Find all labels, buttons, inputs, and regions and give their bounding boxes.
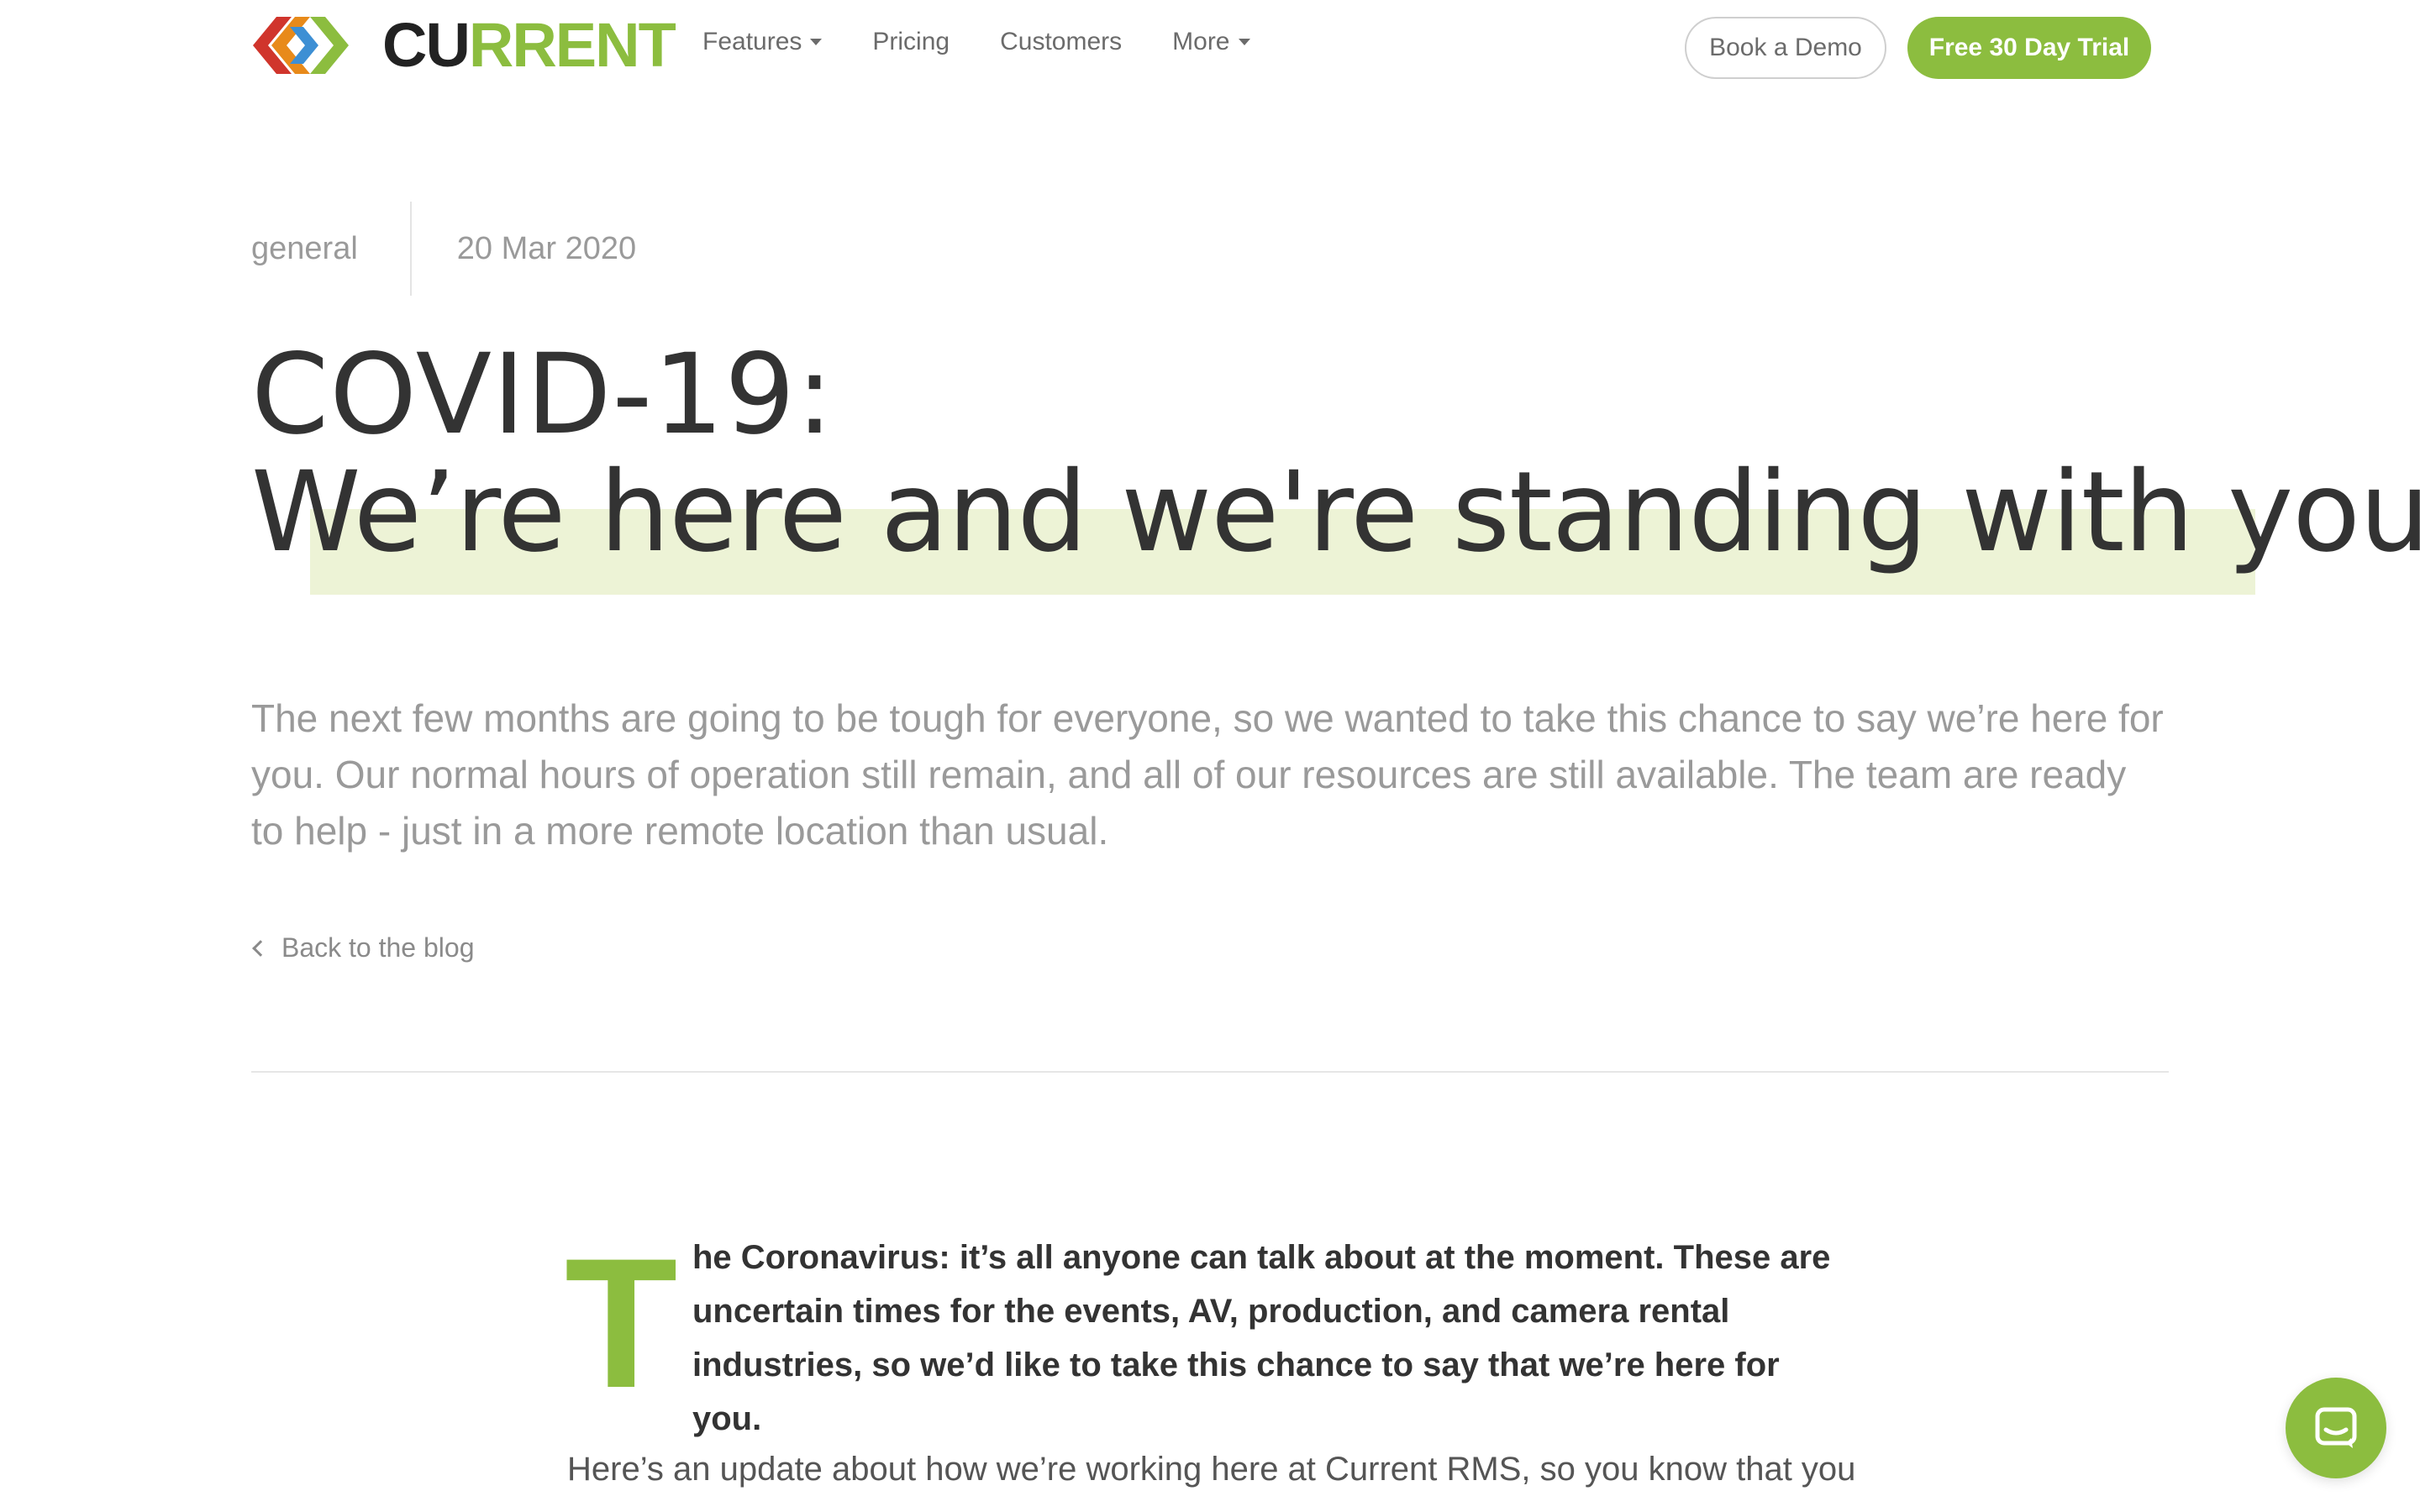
nav-item-more[interactable]: More [1172, 28, 1250, 56]
nav-item-label: Customers [1000, 28, 1123, 55]
back-to-blog-link[interactable]: Back to the blog [251, 932, 474, 963]
post-title-line1: COVID-19: [251, 330, 834, 459]
logo-wordmark-prefix: CU [382, 10, 471, 80]
nav-item-customers[interactable]: Customers [1000, 28, 1122, 56]
book-demo-button[interactable]: Book a Demo [1685, 17, 1886, 79]
nav-item-features[interactable]: Features [702, 28, 823, 56]
logo-wordmark-suffix: RRENT [468, 10, 676, 80]
nav-item-label: Features [702, 28, 802, 55]
post-category[interactable]: general [251, 231, 410, 267]
nav-item-label: Pricing [872, 28, 950, 55]
post-date: 20 Mar 2020 [456, 230, 637, 266]
article-paragraph-1: he Coronavirus: it’s all anyone can talk… [692, 1239, 1831, 1437]
chevron-left-icon [252, 939, 269, 957]
post-title-line2: We’re here and we're standing with you [251, 448, 2420, 577]
logo-wordmark: CU RRENT [382, 10, 676, 80]
post-meta: general 20 Mar 2020 [251, 202, 636, 296]
nav-item-label: More [1172, 28, 1230, 55]
interlocking-chevrons-logo-icon [253, 17, 349, 74]
section-divider [251, 1071, 2169, 1073]
chat-bubble-icon [2315, 1407, 2357, 1448]
logo[interactable]: CU RRENT [251, 10, 676, 81]
post-intro: The next few months are going to be toug… [251, 696, 2164, 853]
main-nav: Features Pricing Customers More [702, 22, 1250, 62]
article-paragraph-2: Here’s an update about how we’re working… [567, 1451, 1856, 1512]
back-link-label: Back to the blog [281, 932, 475, 963]
caret-down-icon [1238, 39, 1250, 45]
free-trial-button[interactable]: Free 30 Day Trial [1907, 17, 2151, 79]
chat-launcher-button[interactable] [2286, 1378, 2386, 1478]
caret-down-icon [810, 39, 823, 45]
nav-item-pricing[interactable]: Pricing [872, 28, 950, 56]
drop-cap: T [565, 1220, 678, 1426]
page: CU RRENT Features Pricing Customers More … [0, 0, 2420, 1512]
